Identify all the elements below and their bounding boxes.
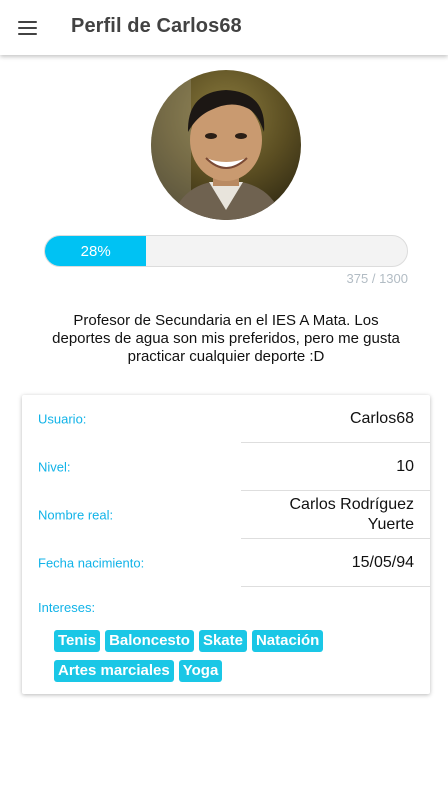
real-name-line-2: Yuerte xyxy=(367,516,414,533)
divider xyxy=(241,586,430,587)
real-name-line-1: Carlos Rodríguez xyxy=(289,496,415,513)
progress-percent: 28% xyxy=(80,242,111,260)
avatar-photo xyxy=(151,70,301,220)
menu-button[interactable] xyxy=(0,0,54,55)
level-row: Nivel: 10 xyxy=(22,443,430,491)
avatar xyxy=(151,70,301,220)
username-row: Usuario: Carlos68 xyxy=(22,395,430,443)
interest-tag[interactable]: Natación xyxy=(251,630,324,652)
level-value: 10 xyxy=(396,458,414,475)
username-label: Usuario: xyxy=(38,411,87,427)
real-name-row: Nombre real: Carlos Rodríguez Yuerte xyxy=(22,491,430,539)
birthdate-value: 15/05/94 xyxy=(351,554,414,571)
level-progress-bar: 28% xyxy=(44,235,408,267)
interest-tag[interactable]: Tenis xyxy=(54,630,101,652)
interest-tag[interactable]: Artes marciales xyxy=(54,660,174,682)
interest-tag[interactable]: Yoga xyxy=(178,660,223,682)
level-label: Nivel: xyxy=(38,459,71,475)
real-name-value: Carlos Rodríguez Yuerte xyxy=(290,495,415,535)
real-name-label: Nombre real: xyxy=(38,507,114,523)
birthdate-row: Fecha nacimiento: 15/05/94 xyxy=(22,539,430,587)
interests-tags: Tenis Baloncesto Skate Natación Artes ma… xyxy=(54,630,384,682)
menu-icon xyxy=(17,20,37,35)
progress-count: 375 / 1300 xyxy=(346,271,408,286)
page-title: Perfil de Carlos68 xyxy=(71,15,242,37)
profile-details-card: Usuario: Carlos68 Nivel: 10 Nombre real:… xyxy=(22,395,430,694)
profile-bio: Profesor de Secundaria en el IES A Mata.… xyxy=(52,312,400,365)
interest-tag[interactable]: Skate xyxy=(198,630,247,652)
interest-tag[interactable]: Baloncesto xyxy=(105,630,194,652)
birthdate-label: Fecha nacimiento: xyxy=(38,555,145,571)
username-value: Carlos68 xyxy=(349,410,414,427)
app-bar: Perfil de Carlos68 xyxy=(0,0,448,55)
interests-label: Intereses: xyxy=(38,600,96,615)
progress-fill: 28% xyxy=(45,236,147,266)
